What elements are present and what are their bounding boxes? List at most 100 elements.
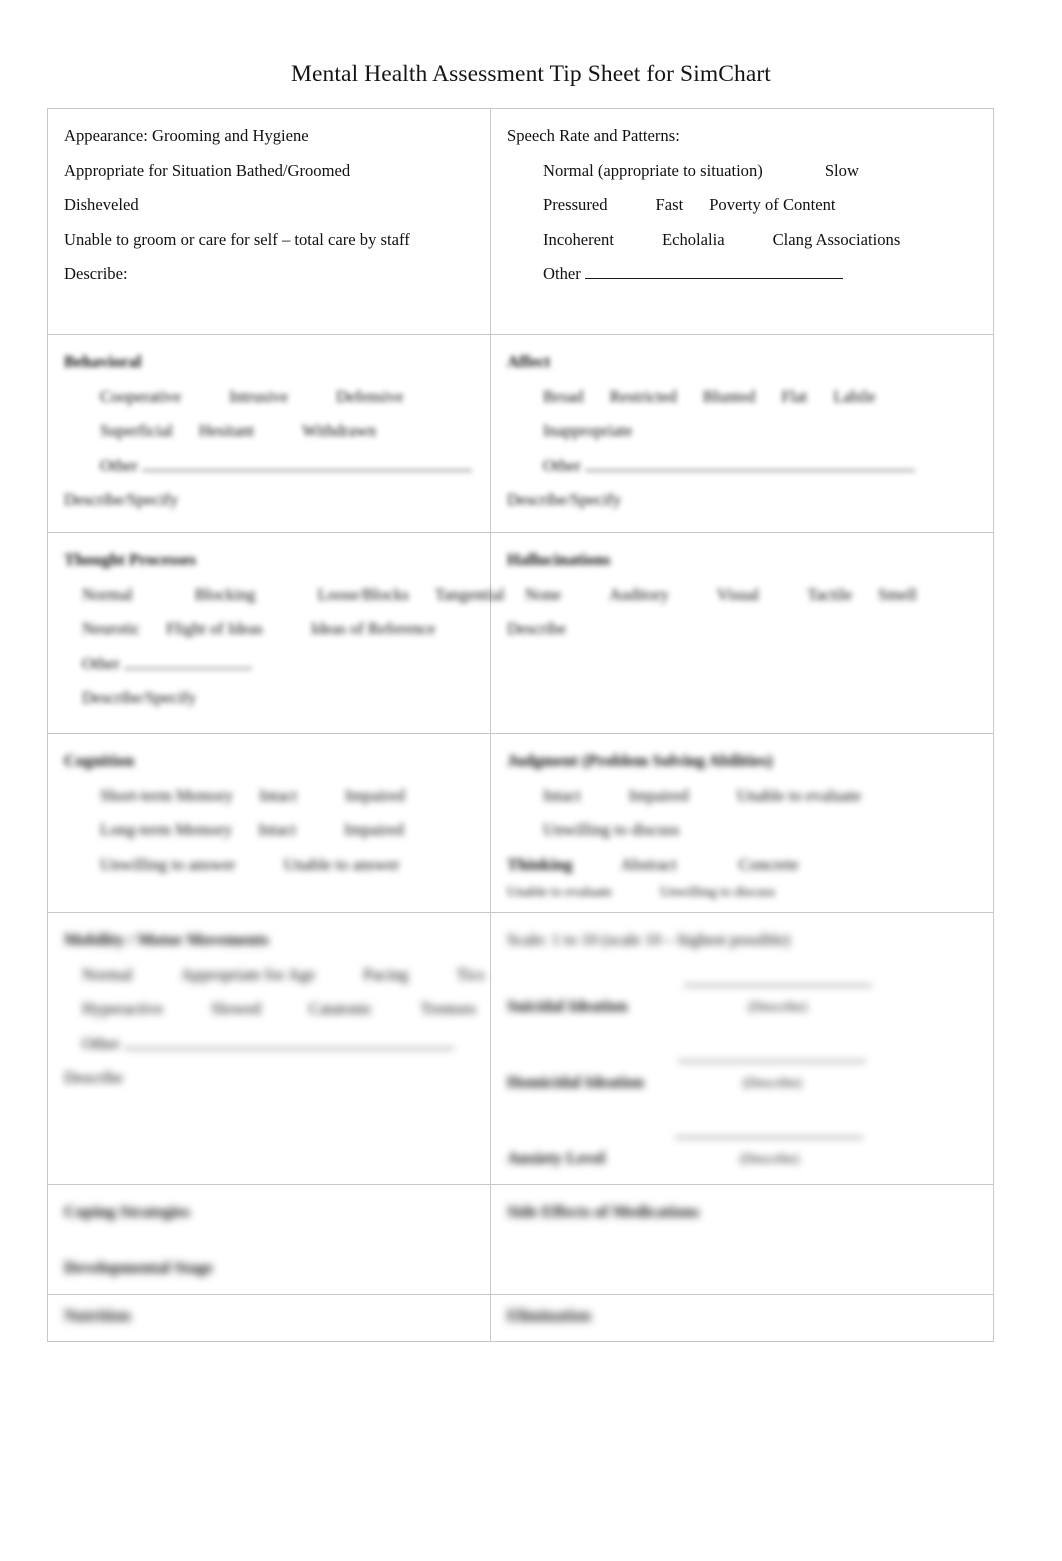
appearance-line-3: Disheveled bbox=[64, 195, 139, 214]
suicidal-ideation-caption: (Describe) bbox=[748, 1000, 808, 1015]
behavioral-option-superficial[interactable]: Superficial bbox=[100, 421, 173, 440]
hallucinations-describe-label: Describe bbox=[507, 619, 566, 638]
hallucination-option-visual[interactable]: Visual bbox=[717, 585, 759, 604]
cognition-short-term-impaired[interactable]: Impaired bbox=[345, 786, 405, 805]
mobility-option-slowed[interactable]: Slowed bbox=[211, 999, 261, 1018]
elimination-heading: Elimination bbox=[507, 1305, 591, 1325]
judgment-scale-label: Scale: 1 to 10 (scale 10 – highest possi… bbox=[507, 930, 790, 949]
cell-thought-processes: Thought Processes Normal Blocking Loose/Bl… bbox=[47, 532, 505, 734]
thought-option-loose[interactable]: Loose/Blocks bbox=[318, 585, 409, 604]
behavioral-option-intrusive[interactable]: Intrusive bbox=[229, 387, 288, 406]
hallucination-option-tactile[interactable]: Tactile bbox=[807, 585, 852, 604]
behavioral-other-input[interactable] bbox=[141, 451, 472, 471]
judgment-option-impaired[interactable]: Impaired bbox=[629, 786, 689, 805]
thought-other-input[interactable] bbox=[123, 649, 252, 669]
speech-option-echolalia[interactable]: Echolalia bbox=[662, 230, 725, 249]
affect-option-flat[interactable]: Flat bbox=[781, 387, 807, 406]
speech-option-other[interactable]: Other bbox=[543, 264, 581, 283]
table-row: Cognition Short-term Memory Intact Impaire… bbox=[47, 733, 994, 913]
affect-option-restricted[interactable]: Restricted bbox=[610, 387, 677, 406]
homicidal-ideation-input[interactable] bbox=[678, 1042, 867, 1062]
speech-option-poverty-of-content[interactable]: Poverty of Content bbox=[709, 195, 835, 214]
cell-affect: Affect Broad Restricted Blunted Flat Labile … bbox=[490, 334, 994, 533]
speech-option-slow[interactable]: Slow bbox=[825, 161, 859, 180]
cognition-long-term-intact[interactable]: Intact bbox=[258, 820, 296, 839]
hallucinations-heading: Hallucinations bbox=[507, 550, 611, 569]
table-row: Coping Strategies Developmental Stage Si… bbox=[47, 1183, 994, 1295]
behavioral-option-defensive[interactable]: Defensive bbox=[336, 387, 403, 406]
table-row: Behavioral Cooperative Intrusive Defensive… bbox=[47, 334, 994, 533]
affect-option-inappropriate[interactable]: Inappropriate bbox=[543, 421, 632, 440]
speech-option-normal[interactable]: Normal (appropriate to situation) bbox=[543, 161, 763, 180]
judgment-option-unwilling-to-discuss[interactable]: Unwilling to discuss bbox=[543, 820, 679, 839]
affect-option-broad[interactable]: Broad bbox=[543, 387, 584, 406]
cell-nutrition: Nutrition bbox=[47, 1293, 491, 1342]
behavioral-option-hesitant[interactable]: Hesitant bbox=[199, 421, 254, 440]
cognition-long-term-impaired[interactable]: Impaired bbox=[344, 820, 404, 839]
mobility-option-tremors[interactable]: Tremors bbox=[420, 999, 476, 1018]
cognition-short-term-intact[interactable]: Intact bbox=[259, 786, 297, 805]
cell-elimination: Elimination bbox=[490, 1293, 994, 1342]
thought-option-blocking[interactable]: Blocking bbox=[195, 585, 256, 604]
anxiety-level-input[interactable] bbox=[675, 1118, 864, 1138]
judgment-note-unwilling-to-discuss: Unwilling to discuss bbox=[659, 885, 776, 900]
mobility-describe-label: Describe bbox=[64, 1068, 123, 1087]
thinking-option-abstract[interactable]: Abstract bbox=[621, 855, 677, 874]
coping-strategies-heading: Coping Strategies bbox=[64, 1201, 190, 1221]
appearance-line-2: Appropriate for Situation Bathed/Groomed bbox=[64, 160, 351, 180]
judgment-heading: Judgment (Problem Solving Abilities) bbox=[507, 751, 773, 770]
speech-option-fast[interactable]: Fast bbox=[656, 195, 684, 214]
thought-option-other[interactable]: Other bbox=[82, 654, 120, 673]
affect-option-labile[interactable]: Labile bbox=[833, 387, 875, 406]
cell-behavioral: Behavioral Cooperative Intrusive Defensive… bbox=[47, 334, 491, 533]
mobility-option-normal[interactable]: Normal bbox=[82, 965, 133, 984]
cell-judgment: Judgment (Problem Solving Abilities) Int… bbox=[490, 733, 994, 913]
thought-option-ideas-of-reference[interactable]: Ideas of Reference bbox=[311, 619, 435, 638]
table-row: Nutrition Elimination bbox=[47, 1293, 994, 1342]
affect-other-input[interactable] bbox=[584, 451, 915, 471]
judgment-option-intact[interactable]: Intact bbox=[543, 786, 581, 805]
thought-option-neurotic[interactable]: Neurotic bbox=[82, 619, 140, 638]
appearance-line-4: Unable to groom or care for self – total… bbox=[64, 229, 410, 249]
affect-option-blunted[interactable]: Blunted bbox=[703, 387, 756, 406]
judgment-option-unable-to-evaluate[interactable]: Unable to evaluate bbox=[737, 786, 861, 805]
behavioral-option-withdrawn[interactable]: Withdrawn bbox=[302, 421, 376, 440]
affect-option-other[interactable]: Other bbox=[543, 456, 581, 475]
speech-option-pressured[interactable]: Pressured bbox=[543, 195, 608, 214]
speech-option-incoherent[interactable]: Incoherent bbox=[543, 230, 614, 249]
mobility-other-input[interactable] bbox=[123, 1029, 454, 1049]
cell-speech: Speech Rate and Patterns: Normal (approp… bbox=[490, 108, 994, 335]
cognition-unwilling-to-answer[interactable]: Unwilling to answer bbox=[100, 855, 236, 874]
suicidal-ideation-input[interactable] bbox=[683, 966, 872, 986]
judgment-note-unable-to-evaluate: Unable to evaluate bbox=[507, 885, 612, 900]
behavioral-option-cooperative[interactable]: Cooperative bbox=[100, 387, 181, 406]
page-title: Mental Health Assessment Tip Sheet for S… bbox=[291, 61, 771, 87]
mobility-option-appropriate-for-age[interactable]: Appropriate for Age bbox=[181, 965, 316, 984]
behavioral-option-other[interactable]: Other bbox=[100, 456, 138, 475]
cell-side-effects: Side Effects of Medications bbox=[490, 1183, 994, 1295]
thought-option-flight-of-ideas[interactable]: Flight of Ideas bbox=[166, 619, 263, 638]
cognition-unable-to-answer[interactable]: Unable to answer bbox=[284, 855, 400, 874]
mobility-option-tics[interactable]: Tics bbox=[456, 965, 484, 984]
mobility-option-pacing[interactable]: Pacing bbox=[363, 965, 408, 984]
thinking-option-concrete[interactable]: Concrete bbox=[739, 855, 799, 874]
cognition-short-term-memory-label: Short-term Memory bbox=[100, 785, 234, 805]
speech-option-clang-associations[interactable]: Clang Associations bbox=[773, 230, 901, 249]
thought-describe-label: Describe/Specify bbox=[82, 688, 197, 707]
mobility-option-catatonic[interactable]: Catatonic bbox=[309, 999, 373, 1018]
behavioral-describe-label: Describe/Specify bbox=[64, 490, 179, 509]
table-row: Appearance: Grooming and Hygiene Appropr… bbox=[47, 108, 994, 335]
thought-option-normal[interactable]: Normal bbox=[82, 585, 133, 604]
homicidal-ideation-caption: (Describe) bbox=[742, 1076, 802, 1091]
thinking-label: Thinking bbox=[507, 854, 573, 874]
mobility-option-hyperactive[interactable]: Hyperactive bbox=[82, 999, 163, 1018]
mobility-option-other[interactable]: Other bbox=[82, 1034, 120, 1053]
suicidal-ideation-label: Suicidal Ideation bbox=[507, 996, 628, 1015]
hallucination-option-smell[interactable]: Smell bbox=[878, 585, 917, 604]
hallucination-option-auditory[interactable]: Auditory bbox=[609, 585, 669, 604]
table-row: Thought Processes Normal Blocking Loose/Bl… bbox=[47, 532, 994, 734]
speech-other-input[interactable] bbox=[584, 259, 843, 279]
nutrition-heading: Nutrition bbox=[64, 1305, 131, 1325]
cell-hallucinations: Hallucinations None Auditory Visual Tactile… bbox=[490, 532, 994, 734]
hallucination-option-none[interactable]: None bbox=[525, 585, 561, 604]
